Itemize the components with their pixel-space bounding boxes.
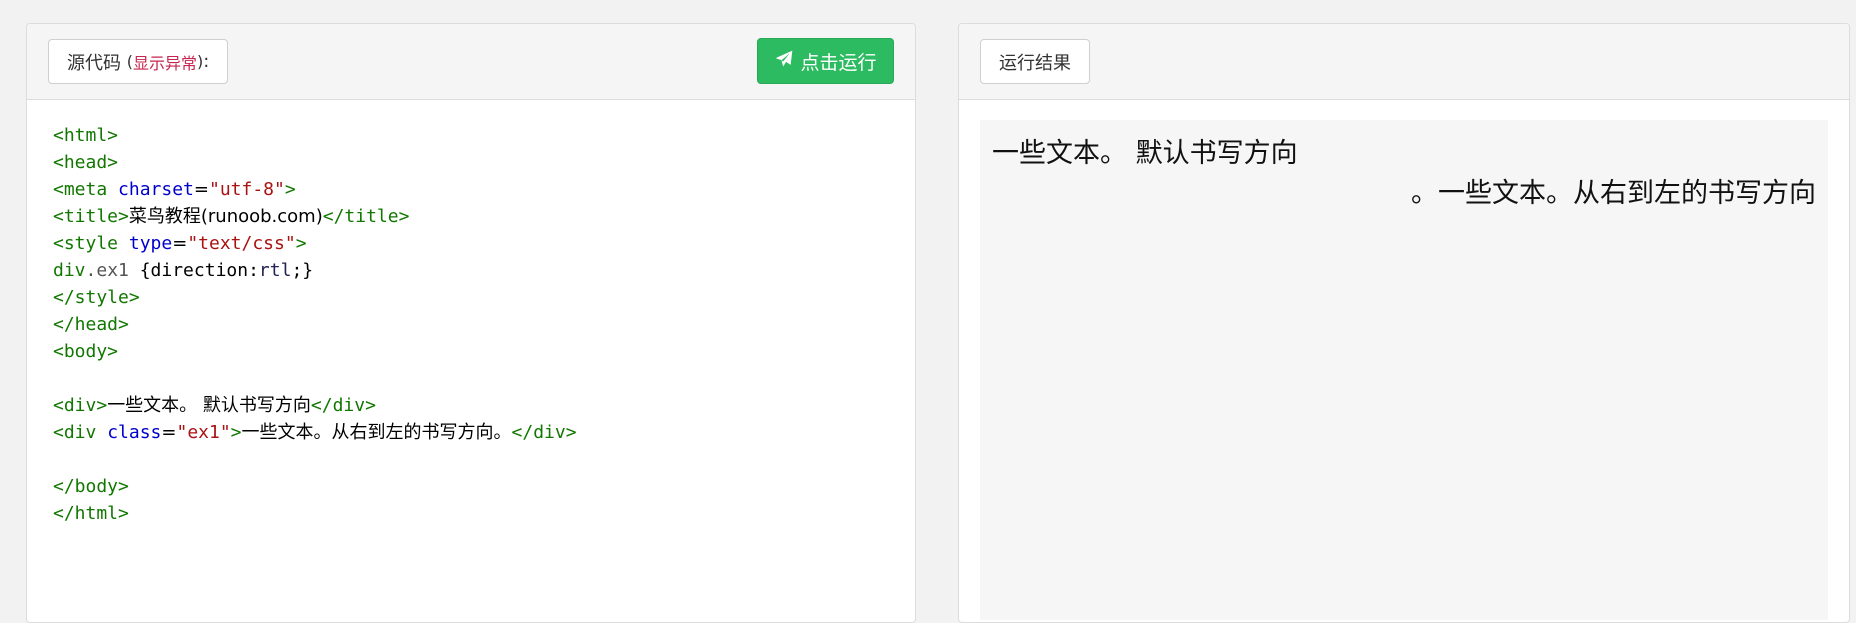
- result-line-rtl: 一些文本。从右到左的书写方向。: [1411, 178, 1816, 209]
- code-line-empty: [53, 365, 915, 392]
- result-tab: 运行结果: [980, 39, 1090, 84]
- code-line: div.ex1 {direction:rtl;}: [53, 260, 314, 281]
- result-panel-header: 运行结果: [959, 24, 1849, 100]
- code-line: <style type="text/css">: [53, 233, 307, 254]
- source-panel-header: 源代码 (显示异常): 点击运行: [27, 24, 915, 100]
- code-line-empty: [53, 446, 915, 473]
- source-code-title: 源代码: [67, 52, 121, 74]
- code-line: <body>: [53, 341, 119, 362]
- code-line: </style>: [53, 287, 140, 308]
- result-frame: 一些文本。 默认书写方向 一些文本。从右到左的书写方向。: [980, 120, 1828, 620]
- result-line-ltr: 一些文本。 默认书写方向: [992, 138, 1298, 169]
- code-line: <html>: [53, 125, 119, 146]
- result-panel: 运行结果 一些文本。 默认书写方向 一些文本。从右到左的书写方向。: [958, 23, 1850, 623]
- code-line: <div>一些文本。 默认书写方向</div>: [53, 395, 376, 416]
- source-code-tab: 源代码 (显示异常):: [48, 39, 229, 84]
- source-code-panel: 源代码 (显示异常): 点击运行 <html> <head> <meta chars…: [26, 23, 916, 623]
- code-editor[interactable]: <html> <head> <meta charset="utf-8"> <title…: [27, 100, 915, 527]
- paper-plane-icon: [774, 49, 794, 74]
- label-colon: :: [203, 51, 210, 72]
- code-line: <head>: [53, 152, 119, 173]
- code-line: </body>: [53, 476, 129, 497]
- code-line: </head>: [53, 314, 129, 335]
- code-line: <title>菜鸟教程(runoob.com)</title>: [53, 206, 410, 227]
- code-line: <div class="ex1">一些文本。从右到左的书写方向。</div>: [53, 422, 577, 443]
- code-line: <meta charset="utf-8">: [53, 179, 296, 200]
- result-title: 运行结果: [999, 52, 1071, 74]
- run-button-label: 点击运行: [800, 51, 877, 74]
- run-button[interactable]: 点击运行: [757, 38, 894, 84]
- code-line: </html>: [53, 503, 129, 524]
- show-anomaly-link[interactable]: 显示异常: [133, 50, 197, 74]
